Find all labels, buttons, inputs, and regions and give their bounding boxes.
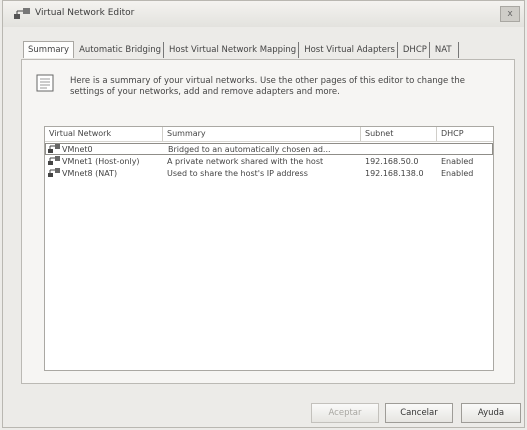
- window-title: Virtual Network Editor: [35, 8, 135, 18]
- tab-summary[interactable]: Summary: [23, 41, 75, 58]
- tab-strip: Summary Automatic Bridging Host Virtual Ne…: [23, 41, 462, 59]
- tab-dhcp[interactable]: DHCP: [401, 42, 430, 58]
- network-adapter-icon: [48, 156, 60, 165]
- accept-button[interactable]: Aceptar: [311, 403, 379, 423]
- column-header-virtual-network[interactable]: Virtual Network: [45, 127, 163, 141]
- column-header-summary[interactable]: Summary: [163, 127, 361, 141]
- cell-summary: Used to share the host's IP address: [167, 169, 308, 178]
- network-adapter-icon: [48, 168, 60, 177]
- tab-host-virtual-adapters[interactable]: Host Virtual Adapters: [302, 42, 398, 58]
- tab-host-virtual-network-mapping[interactable]: Host Virtual Network Mapping: [167, 42, 300, 58]
- notepad-icon: [36, 74, 54, 92]
- cell-network-name: VMnet0: [62, 145, 93, 154]
- column-header-subnet[interactable]: Subnet: [361, 127, 437, 141]
- network-icon: [14, 8, 30, 19]
- cell-summary: A private network shared with the host: [167, 157, 324, 166]
- list-header: Virtual Network Summary Subnet DHCP: [45, 127, 493, 142]
- table-row[interactable]: VMnet1 (Host-only) A private network sha…: [45, 156, 493, 168]
- table-row[interactable]: VMnet0 Bridged to an automatically chose…: [45, 143, 493, 155]
- column-header-dhcp[interactable]: DHCP: [437, 127, 493, 141]
- cell-summary: Bridged to an automatically chosen ad...: [168, 145, 331, 154]
- tab-automatic-bridging[interactable]: Automatic Bridging: [77, 42, 164, 58]
- intro-text: Here is a summary of your virtual networ…: [70, 76, 465, 97]
- cell-subnet: 192.168.50.0: [365, 157, 419, 166]
- network-adapter-icon: [48, 144, 60, 153]
- cell-dhcp: Enabled: [441, 157, 474, 166]
- cell-dhcp: Enabled: [441, 169, 474, 178]
- summary-panel: Here is a summary of your virtual networ…: [21, 59, 515, 384]
- cell-network-name: VMnet1 (Host-only): [62, 157, 140, 166]
- title-bar[interactable]: Virtual Network Editor x: [3, 1, 524, 27]
- cancel-button[interactable]: Cancelar: [385, 403, 453, 423]
- tab-nat[interactable]: NAT: [433, 42, 459, 58]
- cell-network-name: VMnet8 (NAT): [62, 169, 118, 178]
- help-button[interactable]: Ayuda: [461, 403, 521, 423]
- table-row[interactable]: VMnet8 (NAT) Used to share the host's IP…: [45, 168, 493, 180]
- cell-subnet: 192.168.138.0: [365, 169, 424, 178]
- virtual-network-editor-window: Virtual Network Editor x Summary Automati…: [2, 0, 525, 428]
- virtual-network-list[interactable]: Virtual Network Summary Subnet DHCP VMne…: [44, 126, 494, 371]
- close-button[interactable]: x: [500, 6, 520, 22]
